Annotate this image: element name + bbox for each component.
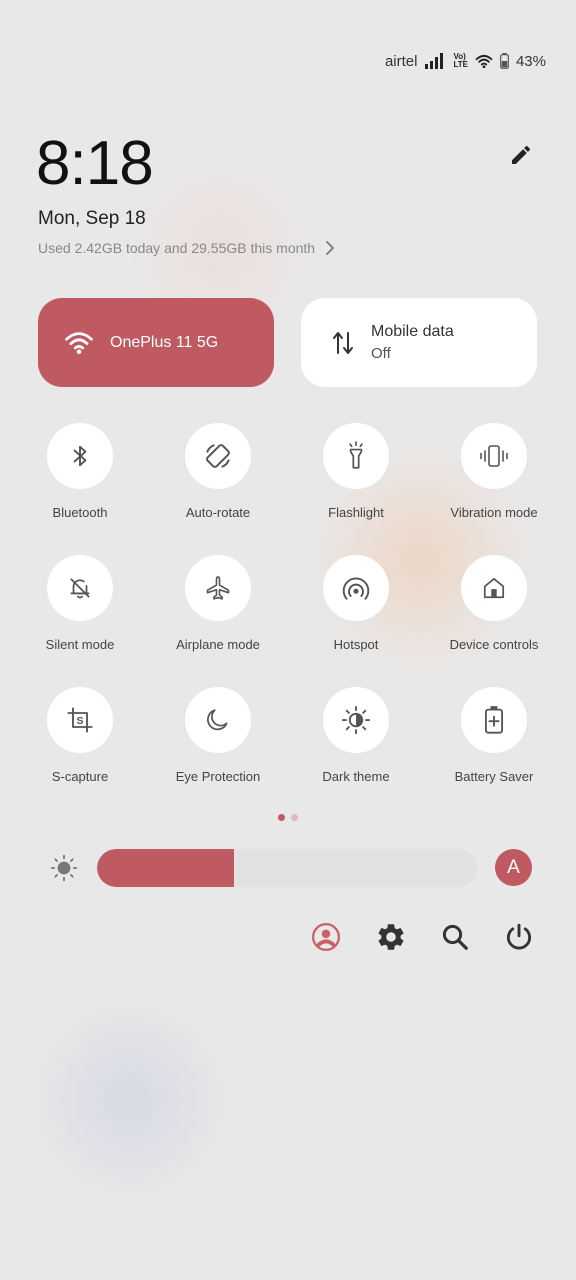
hotspot-icon — [342, 577, 370, 600]
wifi-icon — [475, 54, 493, 69]
edit-icon — [512, 145, 531, 164]
tile-label: Eye Protection — [175, 769, 261, 784]
tile-hotspot[interactable]: Hotspot — [287, 555, 425, 652]
brightness-sun-icon — [50, 854, 78, 882]
tile-label: Dark theme — [322, 769, 390, 784]
page-indicator — [278, 814, 298, 821]
user-button[interactable] — [310, 921, 342, 953]
wifi-tile[interactable]: OnePlus 11 5G — [38, 298, 274, 387]
power-button[interactable] — [503, 921, 535, 953]
dark-theme-icon — [341, 705, 371, 735]
tile-device-controls[interactable]: Device controls — [425, 555, 563, 652]
airplane-icon — [206, 576, 230, 600]
bell-off-icon — [70, 578, 90, 599]
tile-eye-protection[interactable]: Eye Protection — [149, 687, 287, 784]
auto-brightness-button[interactable]: A — [495, 849, 532, 886]
wifi-icon — [65, 331, 93, 354]
flashlight-icon — [349, 441, 363, 469]
background-glow — [20, 1000, 240, 1200]
tile-label: Battery Saver — [454, 769, 534, 784]
data-arrows-icon — [333, 331, 353, 354]
page-dot — [291, 814, 298, 821]
volte-icon: Vo) LTE — [453, 52, 468, 69]
auto-rotate-icon — [206, 444, 230, 468]
tile-label: Bluetooth — [52, 505, 108, 520]
settings-button[interactable] — [375, 921, 407, 953]
moon-icon — [207, 709, 228, 731]
tile-label: S-capture — [51, 769, 109, 784]
tile-label: Auto-rotate — [185, 505, 251, 520]
svg-text:S: S — [76, 715, 83, 727]
user-icon — [311, 922, 341, 952]
tile-silent-mode[interactable]: Silent mode — [11, 555, 149, 652]
tile-bluetooth[interactable]: Bluetooth — [11, 423, 149, 520]
clock: 8:18 — [36, 129, 154, 198]
tile-label: Flashlight — [328, 505, 384, 520]
tile-s-capture[interactable]: S S-capture — [11, 687, 149, 784]
carrier-name: airtel — [384, 52, 418, 70]
battery-icon — [500, 53, 509, 69]
tile-label: Airplane mode — [176, 637, 260, 652]
signal-icon — [424, 52, 446, 70]
bluetooth-icon — [73, 445, 87, 467]
tile-vibration[interactable]: Vibration mode — [425, 423, 563, 520]
tile-flashlight[interactable]: Flashlight — [287, 423, 425, 520]
wifi-network-name: OnePlus 11 5G — [110, 333, 219, 351]
home-icon — [483, 577, 505, 599]
search-icon — [442, 924, 468, 950]
tile-label: Hotspot — [333, 637, 379, 652]
search-button[interactable] — [439, 921, 471, 953]
tile-label: Silent mode — [45, 637, 115, 652]
power-icon — [506, 923, 532, 950]
scapture-icon: S — [67, 707, 93, 733]
data-usage-text: Used 2.42GB today and 29.55GB this month — [38, 240, 316, 256]
tile-dark-theme[interactable]: Dark theme — [287, 687, 425, 784]
tile-battery-saver[interactable]: Battery Saver — [425, 687, 563, 784]
status-bar: airtel Vo) LTE 43% — [385, 50, 546, 72]
battery-saver-icon — [485, 706, 503, 734]
page-dot-active — [278, 814, 285, 821]
tile-auto-rotate[interactable]: Auto-rotate — [149, 423, 287, 520]
tile-label: Vibration mode — [450, 505, 538, 520]
battery-percent: 43% — [515, 52, 546, 70]
brightness-slider[interactable] — [97, 849, 477, 887]
mobile-data-label: Mobile data — [371, 323, 454, 340]
tile-label: Device controls — [449, 637, 539, 652]
brightness-level — [97, 849, 234, 887]
mobile-data-tile[interactable]: Mobile data Off — [301, 298, 537, 387]
edit-button[interactable] — [506, 140, 536, 170]
data-usage-link[interactable]: Used 2.42GB today and 29.55GB this month — [38, 240, 335, 256]
mobile-data-state: Off — [371, 345, 391, 362]
chevron-right-icon — [326, 241, 334, 255]
date: Mon, Sep 18 — [38, 208, 146, 229]
tile-airplane-mode[interactable]: Airplane mode — [149, 555, 287, 652]
vibration-icon — [480, 445, 508, 467]
settings-icon — [378, 924, 404, 950]
